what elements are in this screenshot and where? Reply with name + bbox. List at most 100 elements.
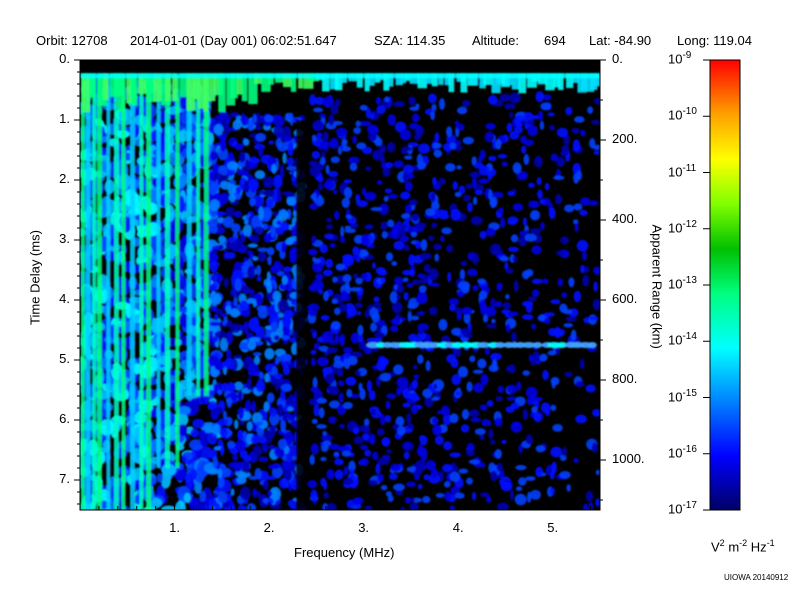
heat-cell xyxy=(258,206,264,221)
heat-cell xyxy=(468,459,480,465)
heat-cell xyxy=(458,468,469,474)
heat-cell xyxy=(378,357,390,367)
heat-cell xyxy=(209,261,221,267)
heat-cell xyxy=(256,264,262,276)
heat-cell xyxy=(529,209,541,221)
heat-cell xyxy=(455,391,461,396)
colorbar-tick-label: 10-15 xyxy=(668,387,697,404)
heat-cell xyxy=(317,397,328,404)
heat-cell xyxy=(510,234,519,243)
heat-cell xyxy=(563,323,574,328)
heat-cell xyxy=(384,454,390,465)
heat-cell xyxy=(469,355,476,363)
heat-cell xyxy=(544,183,550,191)
heat-cell xyxy=(380,276,386,284)
heat-cell xyxy=(438,177,446,185)
heat-cell xyxy=(502,302,512,309)
heat-cell xyxy=(521,314,534,320)
heat-cell xyxy=(434,132,440,143)
heat-cell xyxy=(557,278,564,287)
heat-cell xyxy=(583,503,589,510)
heat-cell xyxy=(528,354,533,362)
heat-cell xyxy=(527,296,537,302)
heat-cell xyxy=(246,503,257,510)
heat-cell xyxy=(225,207,236,218)
heat-stripe xyxy=(92,75,97,510)
heat-cell xyxy=(273,115,285,127)
heat-cell xyxy=(226,397,233,409)
heat-cell xyxy=(496,502,509,510)
heat-cell xyxy=(218,235,226,244)
heat-cell xyxy=(510,421,523,433)
heat-cell xyxy=(385,162,394,169)
heat-cell xyxy=(326,347,338,354)
heat-cell xyxy=(515,486,523,492)
heat-cell xyxy=(564,371,574,377)
heat-cell xyxy=(367,124,379,134)
heat-cell xyxy=(522,370,531,376)
y-tick-label: 1. xyxy=(59,111,70,126)
heat-cell xyxy=(404,180,413,192)
heat-cell xyxy=(247,339,257,351)
heat-cell xyxy=(518,444,523,454)
heat-cell xyxy=(548,124,556,131)
dark-gap xyxy=(296,120,307,510)
heat-cell xyxy=(243,454,252,462)
heat-cell xyxy=(199,490,206,503)
heat-cell xyxy=(512,162,522,174)
heat-cell xyxy=(221,382,230,392)
heat-cell xyxy=(430,111,435,121)
heat-stripe xyxy=(113,75,119,510)
heat-cell xyxy=(559,471,571,479)
heat-cell xyxy=(275,138,283,148)
heat-cell xyxy=(408,254,416,266)
heat-cell xyxy=(342,477,354,485)
heat-cell xyxy=(497,385,505,394)
heat-cell xyxy=(317,288,324,295)
heat-cell xyxy=(451,374,462,386)
heat-cell xyxy=(431,193,436,203)
heat-cell xyxy=(488,189,493,201)
colorbar-tick-label: 10-9 xyxy=(668,50,692,67)
heat-cell xyxy=(462,136,474,145)
heat-cell xyxy=(310,443,319,455)
heat-cell xyxy=(322,269,333,277)
heat-cell xyxy=(257,251,267,262)
heat-cell xyxy=(413,364,418,370)
heat-cell xyxy=(237,504,247,510)
heat-cell xyxy=(219,192,230,204)
heat-cell xyxy=(373,296,380,303)
heat-cell xyxy=(310,349,317,355)
heat-cell xyxy=(562,446,567,457)
heat-cell xyxy=(447,271,452,283)
heat-cell xyxy=(291,175,296,182)
heat-cell xyxy=(222,410,227,420)
heat-cell xyxy=(460,260,468,266)
heat-cell xyxy=(507,311,519,317)
heat-cell xyxy=(479,230,487,240)
heat-cell xyxy=(291,396,297,408)
heat-cell xyxy=(530,394,535,399)
heat-cell xyxy=(286,196,297,207)
heat-cell xyxy=(375,463,381,475)
heat-cell xyxy=(324,233,335,240)
heat-cell xyxy=(185,451,193,460)
heat-cell xyxy=(326,502,337,510)
heat-stripe xyxy=(121,75,126,510)
heat-cell xyxy=(235,439,247,452)
heat-cell xyxy=(540,222,545,231)
heat-cell xyxy=(341,289,348,301)
heat-cell xyxy=(282,152,287,165)
heat-cell xyxy=(267,490,273,497)
heat-cell xyxy=(556,127,569,138)
heat-cell xyxy=(593,150,600,155)
heat-cell xyxy=(359,424,369,433)
heat-cell xyxy=(275,226,285,236)
heat-cell xyxy=(219,180,231,190)
heat-cell xyxy=(526,491,532,503)
heat-cell xyxy=(500,481,513,492)
heat-cell xyxy=(403,291,409,301)
heat-cell xyxy=(311,150,321,160)
heat-cell xyxy=(332,276,338,283)
heat-cell xyxy=(406,282,414,288)
